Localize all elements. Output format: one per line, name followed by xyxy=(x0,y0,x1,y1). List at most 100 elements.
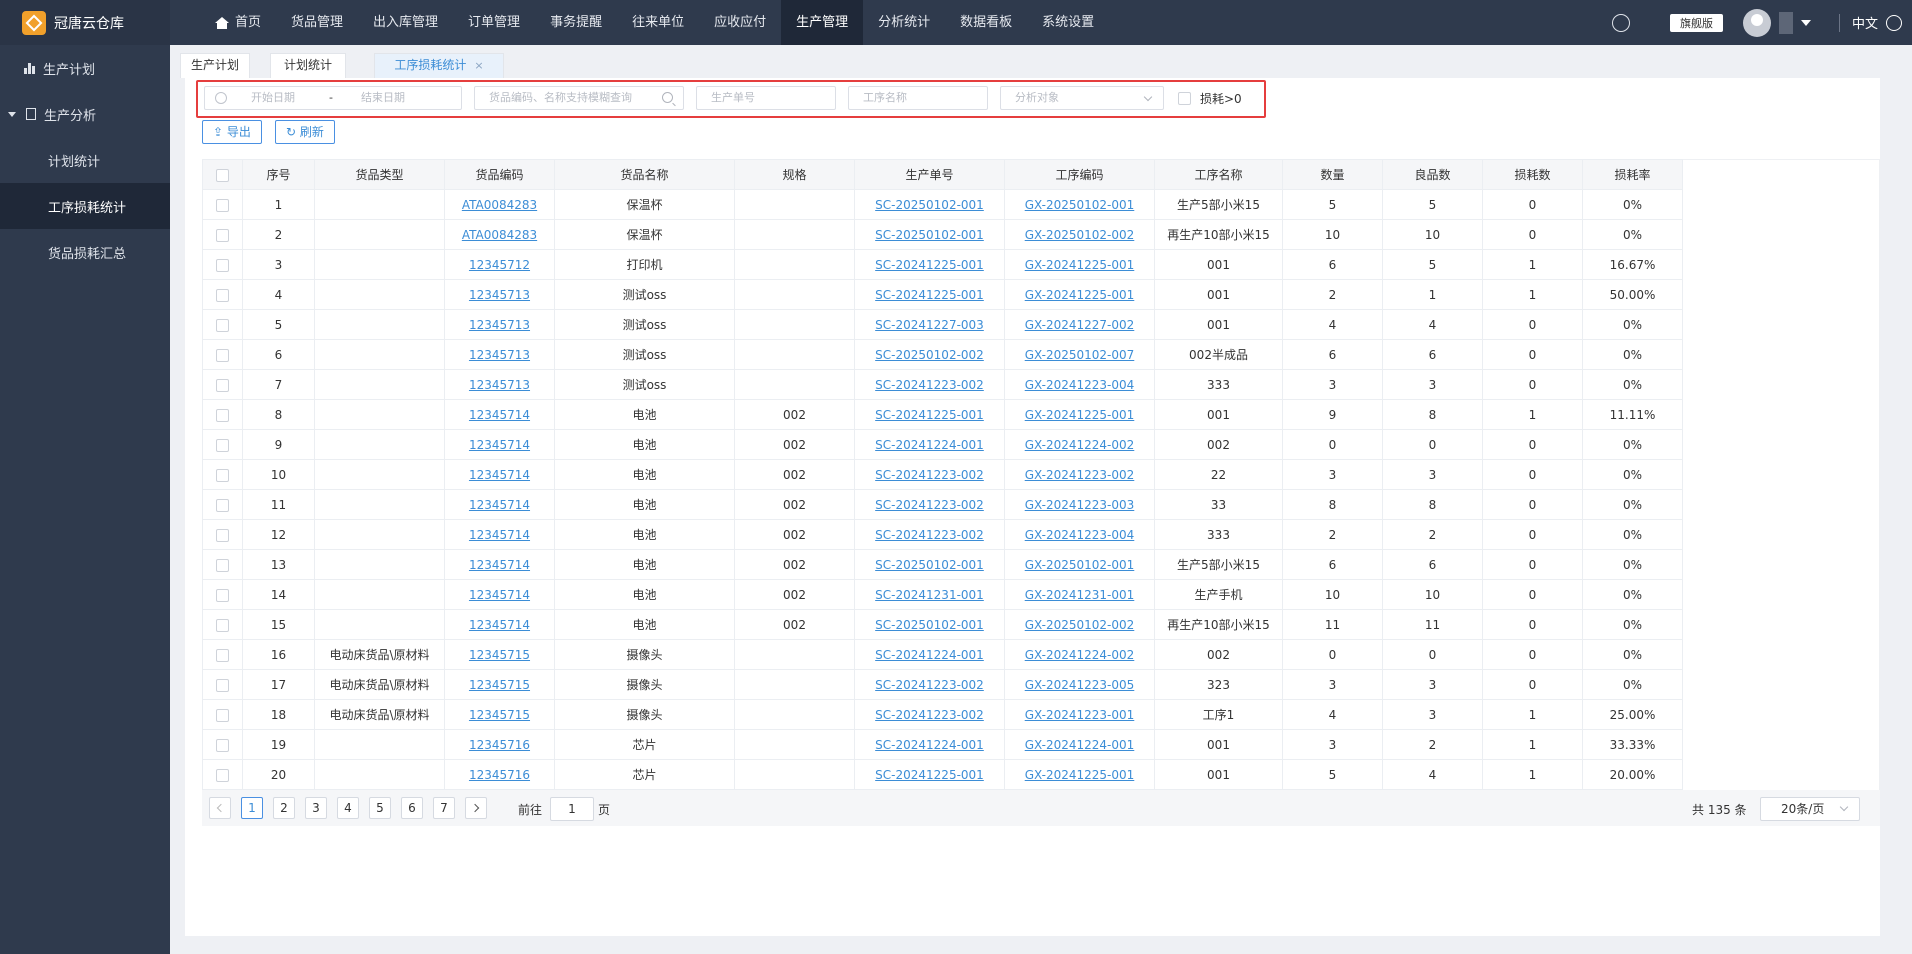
row-checkbox-cell[interactable] xyxy=(202,189,243,220)
row-checkbox-cell[interactable] xyxy=(202,609,243,640)
sidebar-item-production-analysis[interactable]: 生产分析 xyxy=(0,91,170,137)
topnav-item-9[interactable]: 数据看板 xyxy=(945,0,1027,45)
table-link-cell[interactable]: SC-20250102-001 xyxy=(854,549,1005,580)
row-checkbox-cell[interactable] xyxy=(202,579,243,610)
table-row[interactable]: 18 电动床货品\原材料 12345715 摄像头 SC-20241223-002 GX-… xyxy=(202,699,1683,730)
table-link-cell[interactable]: 12345714 xyxy=(444,609,555,640)
row-checkbox[interactable] xyxy=(216,678,229,692)
date-range-picker[interactable]: 开始日期 - 结束日期 xyxy=(204,86,462,110)
row-checkbox-cell[interactable] xyxy=(202,249,243,280)
table-link-cell[interactable]: SC-20241225-001 xyxy=(854,399,1005,430)
row-checkbox-cell[interactable] xyxy=(202,519,243,550)
table-link-cell[interactable]: GX-20241225-001 xyxy=(1004,249,1155,280)
page-button-1[interactable]: 1 xyxy=(241,797,263,819)
globe-icon[interactable] xyxy=(1886,14,1902,31)
row-checkbox[interactable] xyxy=(216,318,229,332)
table-row[interactable]: 15 12345714 电池 002 SC-20250102-001 GX-2025010… xyxy=(202,609,1683,640)
table-link-cell[interactable]: 12345716 xyxy=(444,729,555,760)
topnav-item-6[interactable]: 应收应付 xyxy=(699,0,781,45)
table-link-cell[interactable]: SC-20241225-001 xyxy=(854,279,1005,310)
table-link-cell[interactable]: SC-20241224-001 xyxy=(854,729,1005,760)
table-link-cell[interactable]: 12345714 xyxy=(444,489,555,520)
row-checkbox-cell[interactable] xyxy=(202,399,243,430)
topnav-item-2[interactable]: 出入库管理 xyxy=(358,0,453,45)
tab-production-plan[interactable]: 生产计划 xyxy=(180,53,250,78)
table-row[interactable]: 9 12345714 电池 002 SC-20241224-001 GX-20241224… xyxy=(202,429,1683,460)
table-link-cell[interactable]: SC-20250102-002 xyxy=(854,339,1005,370)
table-link-cell[interactable]: GX-20241223-004 xyxy=(1004,519,1155,550)
topnav-item-7[interactable]: 生产管理 xyxy=(781,0,864,45)
table-link-cell[interactable]: GX-20250102-001 xyxy=(1004,549,1155,580)
sidebar-item-production-plan[interactable]: 生产计划 xyxy=(0,45,170,91)
table-link-cell[interactable]: GX-20241227-002 xyxy=(1004,309,1155,340)
table-row[interactable]: 7 12345713 测试oss SC-20241223-002 GX-20241223… xyxy=(202,369,1683,400)
row-checkbox[interactable] xyxy=(216,528,229,542)
page-button-5[interactable]: 5 xyxy=(369,797,391,819)
row-checkbox[interactable] xyxy=(216,618,229,632)
sidebar-item-goods-loss-summary[interactable]: 货品损耗汇总 xyxy=(0,229,170,275)
table-row[interactable]: 17 电动床货品\原材料 12345715 摄像头 SC-20241223-002 GX-… xyxy=(202,669,1683,700)
row-checkbox-cell[interactable] xyxy=(202,429,243,460)
search-icon[interactable] xyxy=(662,92,673,103)
table-link-cell[interactable]: GX-20241223-003 xyxy=(1004,489,1155,520)
export-button[interactable]: ⇪ 导出 xyxy=(202,120,262,144)
row-checkbox-cell[interactable] xyxy=(202,489,243,520)
table-link-cell[interactable]: SC-20241224-001 xyxy=(854,429,1005,460)
table-row[interactable]: 4 12345713 测试oss SC-20241225-001 GX-20241225… xyxy=(202,279,1683,310)
table-link-cell[interactable]: ATA0084283 xyxy=(444,189,555,220)
prev-page-button[interactable] xyxy=(209,797,231,819)
table-row[interactable]: 2 ATA0084283 保温杯 SC-20250102-001 GX-20250102… xyxy=(202,219,1683,250)
table-link-cell[interactable]: GX-20241224-002 xyxy=(1004,639,1155,670)
table-link-cell[interactable]: GX-20241223-005 xyxy=(1004,669,1155,700)
help-icon[interactable] xyxy=(1611,13,1630,32)
topnav-item-5[interactable]: 往来单位 xyxy=(617,0,699,45)
table-row[interactable]: 8 12345714 电池 002 SC-20241225-001 GX-20241225… xyxy=(202,399,1683,430)
chevron-down-icon[interactable] xyxy=(1800,19,1811,26)
table-link-cell[interactable]: GX-20241225-001 xyxy=(1004,759,1155,790)
row-checkbox[interactable] xyxy=(216,348,229,362)
topnav-item-4[interactable]: 事务提醒 xyxy=(535,0,617,45)
table-link-cell[interactable]: GX-20241224-002 xyxy=(1004,429,1155,460)
table-link-cell[interactable]: 12345713 xyxy=(444,309,555,340)
row-checkbox[interactable] xyxy=(216,738,229,752)
row-checkbox[interactable] xyxy=(216,228,229,242)
row-checkbox[interactable] xyxy=(216,258,229,272)
row-checkbox[interactable] xyxy=(216,768,229,782)
table-link-cell[interactable]: 12345712 xyxy=(444,249,555,280)
table-link-cell[interactable]: 12345715 xyxy=(444,699,555,730)
page-button-6[interactable]: 6 xyxy=(401,797,423,819)
row-checkbox-cell[interactable] xyxy=(202,459,243,490)
avatar[interactable] xyxy=(1742,8,1771,37)
table-link-cell[interactable]: 12345713 xyxy=(444,279,555,310)
row-checkbox-cell[interactable] xyxy=(202,699,243,730)
goods-search-input[interactable]: 货品编码、名称支持模糊查询 xyxy=(474,86,684,110)
table-link-cell[interactable]: 12345713 xyxy=(444,339,555,370)
row-checkbox-cell[interactable] xyxy=(202,729,243,760)
row-checkbox[interactable] xyxy=(216,438,229,452)
row-checkbox[interactable] xyxy=(216,288,229,302)
table-link-cell[interactable]: SC-20241223-002 xyxy=(854,669,1005,700)
table-link-cell[interactable]: SC-20250102-001 xyxy=(854,609,1005,640)
table-row[interactable]: 16 电动床货品\原材料 12345715 摄像头 SC-20241224-001 GX-… xyxy=(202,639,1683,670)
table-link-cell[interactable]: SC-20241224-001 xyxy=(854,639,1005,670)
table-row[interactable]: 1 ATA0084283 保温杯 SC-20250102-001 GX-20250102… xyxy=(202,189,1683,220)
tab-plan-stats[interactable]: 计划统计 xyxy=(270,53,346,78)
table-row[interactable]: 5 12345713 测试oss SC-20241227-003 GX-20241227… xyxy=(202,309,1683,340)
sidebar-item-process-loss-stats[interactable]: 工序损耗统计 xyxy=(0,183,170,229)
table-link-cell[interactable]: ATA0084283 xyxy=(444,219,555,250)
table-link-cell[interactable]: SC-20241223-002 xyxy=(854,369,1005,400)
topnav-item-1[interactable]: 货品管理 xyxy=(276,0,358,45)
table-link-cell[interactable]: GX-20250102-002 xyxy=(1004,609,1155,640)
table-row[interactable]: 14 12345714 电池 002 SC-20241231-001 GX-2024123… xyxy=(202,579,1683,610)
row-checkbox[interactable] xyxy=(216,498,229,512)
table-link-cell[interactable]: 12345716 xyxy=(444,759,555,790)
table-link-cell[interactable]: SC-20241223-002 xyxy=(854,459,1005,490)
table-link-cell[interactable]: SC-20241223-002 xyxy=(854,519,1005,550)
topnav-item-3[interactable]: 订单管理 xyxy=(453,0,535,45)
table-link-cell[interactable]: 12345714 xyxy=(444,579,555,610)
table-link-cell[interactable]: GX-20241223-001 xyxy=(1004,699,1155,730)
topnav-item-0[interactable]: 首页 xyxy=(200,0,276,45)
table-row[interactable]: 11 12345714 电池 002 SC-20241223-002 GX-2024122… xyxy=(202,489,1683,520)
table-link-cell[interactable]: SC-20241225-001 xyxy=(854,759,1005,790)
row-checkbox-cell[interactable] xyxy=(202,279,243,310)
